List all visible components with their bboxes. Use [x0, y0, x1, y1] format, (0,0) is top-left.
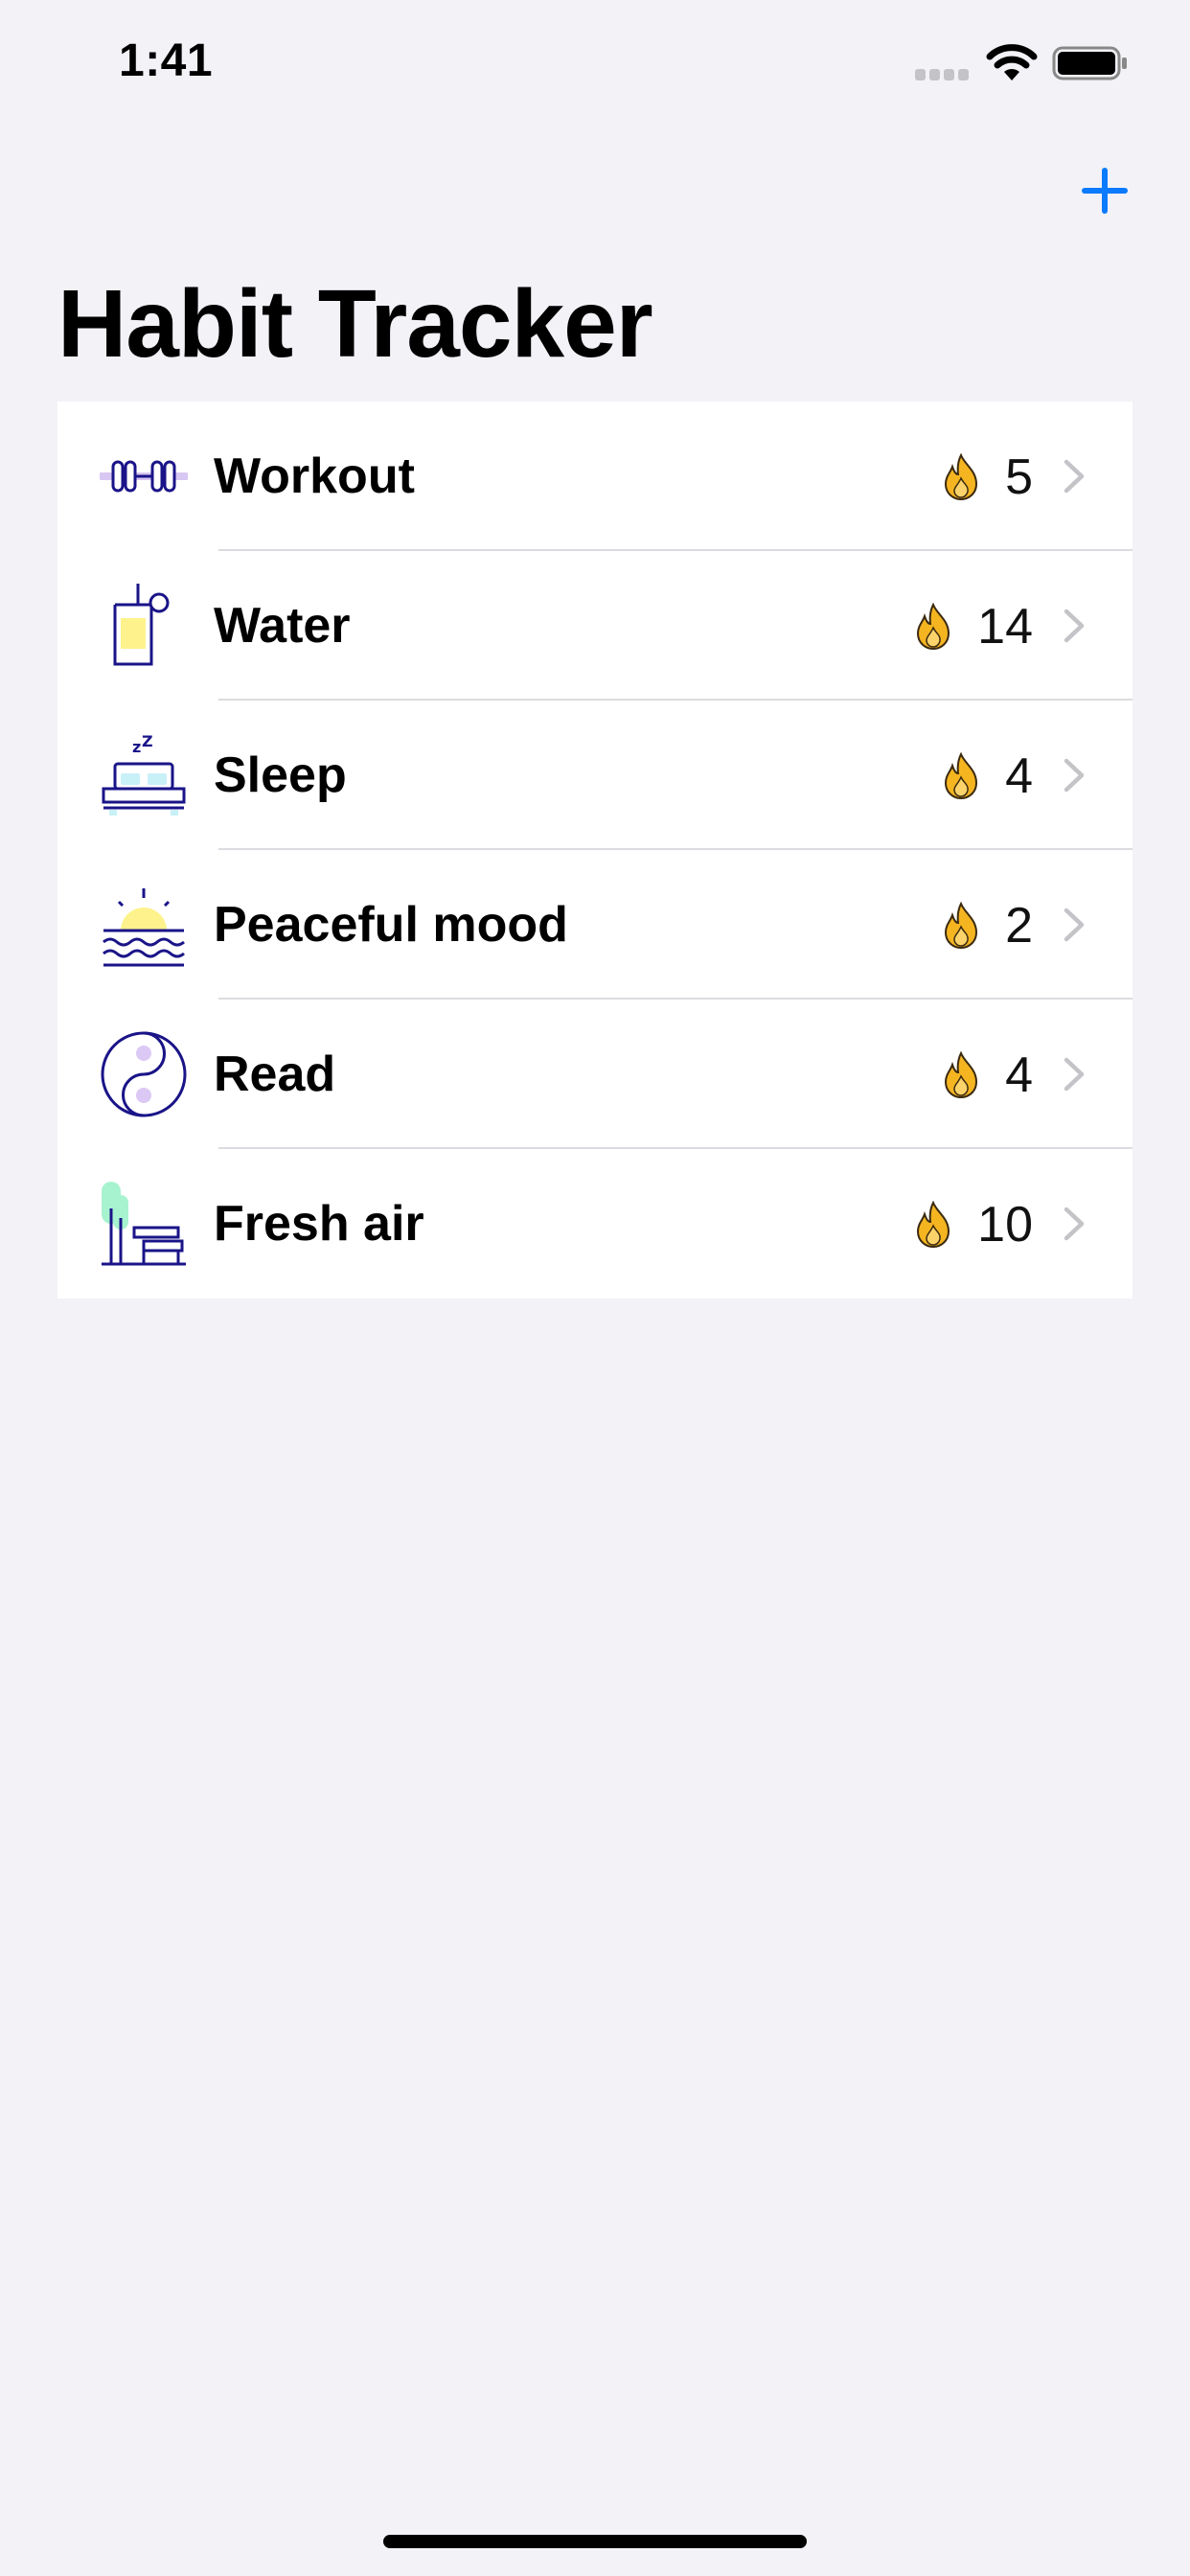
- streak-count: 2: [1005, 898, 1033, 954]
- battery-icon: [1052, 46, 1127, 80]
- habit-name: Peaceful mood: [214, 897, 568, 953]
- streak-indicator: 2: [940, 892, 1033, 959]
- habit-row-read[interactable]: Read 4: [57, 1000, 1133, 1149]
- cellular-signal-icon: [915, 69, 971, 82]
- chevron-right-icon: [1064, 1057, 1085, 1092]
- streak-indicator: 4: [940, 1042, 1033, 1109]
- home-indicator[interactable]: [383, 2535, 807, 2548]
- chevron-right-icon: [1064, 758, 1085, 793]
- habit-list: Workout 5 Water 14 z Z Sleep 4 Peaceful …: [57, 402, 1133, 1299]
- wifi-icon: [986, 44, 1038, 80]
- streak-count: 10: [977, 1197, 1033, 1253]
- chevron-right-icon: [1064, 459, 1085, 494]
- bed-icon: z Z: [102, 732, 186, 816]
- habit-name: Fresh air: [214, 1196, 424, 1252]
- streak-indicator: 10: [912, 1191, 1033, 1258]
- streak-count: 14: [977, 599, 1033, 655]
- chevron-right-icon: [1064, 609, 1085, 643]
- streak-count: 4: [1005, 1047, 1033, 1103]
- habit-row-fresh-air[interactable]: Fresh air 10: [57, 1149, 1133, 1299]
- svg-text:z: z: [132, 738, 141, 756]
- habit-name: Water: [214, 598, 351, 654]
- add-habit-button[interactable]: [1077, 163, 1133, 218]
- flame-icon: [945, 752, 978, 800]
- glass-of-water-icon: [113, 584, 170, 666]
- chevron-right-icon: [1064, 1207, 1085, 1241]
- habit-name: Workout: [214, 448, 415, 504]
- habit-row-water[interactable]: Water 14: [57, 551, 1133, 701]
- habit-row-workout[interactable]: Workout 5: [57, 402, 1133, 551]
- streak-count: 4: [1005, 748, 1033, 804]
- page-title: Habit Tracker: [57, 270, 653, 378]
- flame-icon: [917, 603, 950, 651]
- flame-icon: [945, 1051, 978, 1099]
- streak-indicator: 14: [912, 593, 1033, 660]
- habit-row-peaceful-mood[interactable]: Peaceful mood 2: [57, 850, 1133, 1000]
- habit-name: Read: [214, 1046, 336, 1102]
- habit-row-sleep[interactable]: z Z Sleep 4: [57, 701, 1133, 850]
- tree-and-bench-icon: [102, 1182, 186, 1266]
- streak-count: 5: [1005, 449, 1033, 505]
- chevron-right-icon: [1064, 908, 1085, 942]
- status-time: 1:41: [119, 35, 214, 86]
- streak-indicator: 4: [940, 743, 1033, 810]
- flame-icon: [945, 453, 978, 501]
- sunset-over-sea-icon: [103, 888, 185, 967]
- habit-name: Sleep: [214, 748, 347, 803]
- status-bar: 1:41: [0, 0, 1190, 126]
- flame-icon: [917, 1201, 950, 1249]
- flame-icon: [945, 902, 978, 950]
- streak-indicator: 5: [940, 444, 1033, 511]
- plus-icon: [1082, 168, 1128, 214]
- yin-yang-icon: [101, 1031, 187, 1117]
- svg-text:Z: Z: [142, 732, 153, 750]
- dumbbell-icon: [100, 460, 188, 493]
